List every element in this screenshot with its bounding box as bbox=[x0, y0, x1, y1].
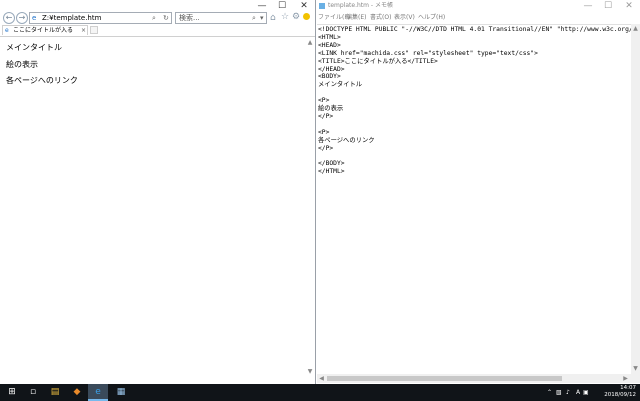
taskbar: ⊞ ▫ ▤ ◆ e ▦ ⌃ ▧ ♪ A ▣ 14:07 2018/09/12 bbox=[0, 384, 640, 401]
notepad-taskbar-icon[interactable]: ▦ bbox=[112, 384, 130, 401]
menu-edit[interactable]: 編集(E) bbox=[346, 13, 366, 23]
notepad-window: template.htm - メモ帳 — ☐ ✕ ファイル(F) 編集(E) 書… bbox=[315, 0, 640, 384]
links-text: 各ページへのリンク bbox=[6, 76, 78, 85]
scroll-down-icon[interactable]: ▼ bbox=[305, 368, 315, 375]
notepad-titlebar: template.htm - メモ帳 — ☐ ✕ bbox=[316, 0, 640, 12]
file-explorer-icon[interactable]: ▤ bbox=[46, 384, 64, 401]
back-arrow-icon: ← bbox=[5, 13, 13, 22]
ime-mode-indicator[interactable]: A bbox=[576, 384, 580, 401]
menu-view[interactable]: 表示(V) bbox=[394, 13, 415, 23]
home-icon[interactable]: ⌂ bbox=[270, 13, 276, 23]
maximize-button[interactable]: ☐ bbox=[598, 0, 618, 12]
minimize-button[interactable]: — bbox=[578, 0, 598, 12]
menu-format[interactable]: 書式(O) bbox=[370, 13, 391, 23]
horizontal-scroll-thumb[interactable] bbox=[327, 376, 562, 381]
network-icon[interactable]: ▧ bbox=[556, 384, 562, 401]
settings-gear-icon[interactable]: ⚙ bbox=[292, 12, 300, 22]
clock[interactable]: 14:07 2018/09/12 bbox=[604, 385, 636, 399]
chevron-down-icon[interactable]: ▾ bbox=[260, 13, 264, 23]
search-input[interactable]: 検索... bbox=[179, 13, 200, 23]
scroll-up-icon[interactable]: ▲ bbox=[631, 25, 640, 32]
address-bar[interactable]: e Z:¥template.htm ⌕ ↻ bbox=[29, 12, 172, 24]
tab-active[interactable]: e ここにタイトルが入る × bbox=[2, 25, 88, 35]
scroll-up-icon[interactable]: ▲ bbox=[305, 39, 315, 46]
clock-date: 2018/09/12 bbox=[604, 392, 636, 398]
editor-text[interactable]: <!DOCTYPE HTML PUBLIC "-//W3C//DTD HTML … bbox=[318, 26, 631, 176]
forward-button[interactable]: → bbox=[16, 12, 28, 24]
chevron-up-icon[interactable]: ⌃ bbox=[547, 384, 552, 401]
clock-time: 14:07 bbox=[620, 385, 636, 391]
address-text: Z:¥template.htm bbox=[42, 14, 102, 22]
search-icon[interactable]: ⌕ bbox=[252, 13, 256, 23]
close-button[interactable]: ✕ bbox=[619, 0, 639, 12]
ie-page-icon: e bbox=[32, 14, 37, 22]
notepad-icon bbox=[319, 3, 325, 9]
refresh-icon[interactable]: ↻ bbox=[163, 13, 169, 23]
browser-window: — ☐ ✕ ← → e Z:¥template.htm ⌕ ↻ 検索... ⌕ … bbox=[0, 0, 317, 384]
back-button[interactable]: ← bbox=[3, 12, 15, 24]
tab-title: ここにタイトルが入る bbox=[13, 27, 74, 34]
internet-explorer-icon[interactable]: e bbox=[88, 384, 108, 401]
forward-arrow-icon: → bbox=[18, 13, 26, 22]
search-icon[interactable]: ⌕ bbox=[152, 13, 156, 23]
main-title-text: メインタイトル bbox=[6, 43, 62, 52]
notepad-title: template.htm - メモ帳 bbox=[328, 2, 393, 9]
task-view-icon[interactable]: ▫ bbox=[24, 384, 42, 401]
ie-page-icon: e bbox=[5, 27, 9, 34]
volume-icon[interactable]: ♪ bbox=[566, 384, 570, 401]
ime-icon[interactable]: ▣ bbox=[583, 384, 589, 401]
favorites-star-icon[interactable]: ☆ bbox=[281, 12, 289, 22]
vertical-scrollbar[interactable]: ▲ ▼ bbox=[631, 24, 640, 374]
search-box[interactable]: 検索... ⌕ ▾ bbox=[175, 12, 267, 24]
scroll-down-icon[interactable]: ▼ bbox=[631, 365, 640, 372]
picture-text: 絵の表示 bbox=[6, 60, 38, 69]
app-icon[interactable]: ◆ bbox=[68, 384, 86, 401]
menu-help[interactable]: ヘルプ(H) bbox=[418, 13, 445, 23]
page-content: メインタイトル 絵の表示 各ページへのリンク bbox=[0, 37, 305, 384]
menu-bar: ファイル(F) 編集(E) 書式(O) 表示(V) ヘルプ(H) bbox=[316, 13, 640, 23]
scroll-right-icon[interactable]: ▶ bbox=[621, 375, 630, 382]
horizontal-scrollbar[interactable]: ◀ ▶ bbox=[317, 374, 631, 383]
vertical-scrollbar[interactable]: ▲ ▼ bbox=[305, 37, 315, 379]
scroll-left-icon[interactable]: ◀ bbox=[317, 375, 326, 382]
new-tab-button[interactable] bbox=[90, 26, 98, 34]
windows-start-icon[interactable]: ⊞ bbox=[3, 384, 21, 401]
smiley-feedback-icon[interactable] bbox=[303, 13, 310, 20]
text-editor[interactable]: <!DOCTYPE HTML PUBLIC "-//W3C//DTD HTML … bbox=[317, 24, 631, 375]
tab-close-icon[interactable]: × bbox=[81, 26, 86, 35]
resize-grip[interactable] bbox=[631, 374, 640, 383]
tab-strip: e ここにタイトルが入る × bbox=[0, 25, 316, 37]
